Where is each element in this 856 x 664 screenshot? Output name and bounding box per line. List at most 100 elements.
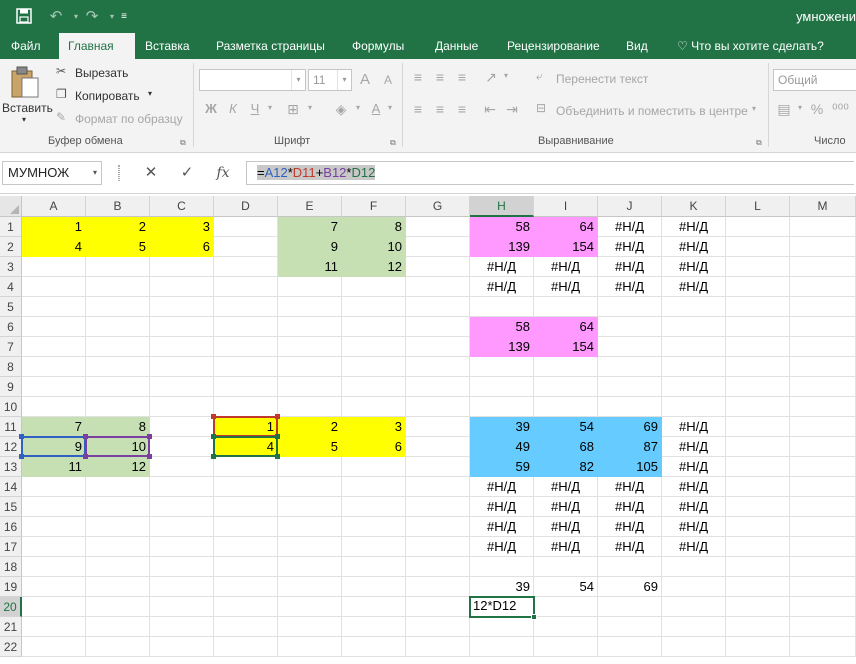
cell[interactable]: [22, 597, 86, 617]
cell[interactable]: [598, 637, 662, 657]
reference-handle[interactable]: [211, 434, 216, 439]
cell[interactable]: [406, 297, 470, 317]
wrap-text-button[interactable]: ⤶ Перенести текст: [536, 69, 656, 89]
cell-i1[interactable]: 64: [534, 217, 598, 237]
cell[interactable]: [150, 437, 214, 457]
cell[interactable]: [790, 557, 856, 577]
cell[interactable]: [790, 517, 856, 537]
cell[interactable]: [470, 617, 534, 637]
increase-indent-icon[interactable]: ⇥: [504, 101, 520, 118]
copy-button[interactable]: ❐ Копировать ▾: [56, 86, 176, 106]
cell-f11[interactable]: 3: [342, 417, 406, 437]
cell-h15[interactable]: #Н/Д: [470, 497, 534, 517]
cell-b13[interactable]: 12: [86, 457, 150, 477]
cell[interactable]: [406, 317, 470, 337]
cell[interactable]: [790, 417, 856, 437]
cell[interactable]: [662, 297, 726, 317]
column-header[interactable]: F: [342, 196, 406, 217]
cell-h3[interactable]: #Н/Д: [470, 257, 534, 277]
cell[interactable]: [86, 257, 150, 277]
cell-j19[interactable]: 69: [598, 577, 662, 597]
tab-page-layout[interactable]: Разметка страницы: [207, 33, 334, 59]
cell[interactable]: [22, 337, 86, 357]
reference-handle[interactable]: [147, 454, 152, 459]
cell-f1[interactable]: 8: [342, 217, 406, 237]
align-right-icon[interactable]: ≡: [454, 101, 470, 117]
reference-handle[interactable]: [275, 454, 280, 459]
row-header[interactable]: 6: [0, 317, 22, 337]
cell-h6[interactable]: 58: [470, 317, 534, 337]
cell[interactable]: [150, 357, 214, 377]
name-box[interactable]: МУМНОЖ ▾: [2, 161, 102, 185]
cell-k14[interactable]: #Н/Д: [662, 477, 726, 497]
cell-f12[interactable]: 6: [342, 437, 406, 457]
cell-b11[interactable]: 8: [86, 417, 150, 437]
cell[interactable]: [214, 617, 278, 637]
cell[interactable]: [150, 517, 214, 537]
cell[interactable]: [406, 417, 470, 437]
cell[interactable]: [406, 457, 470, 477]
cell[interactable]: [342, 377, 406, 397]
cell-c2[interactable]: 6: [150, 237, 214, 257]
formula-input[interactable]: =A12*D11+B12*D12: [246, 161, 854, 185]
cell[interactable]: [406, 537, 470, 557]
reference-handle[interactable]: [83, 454, 88, 459]
tab-data[interactable]: Данные: [426, 33, 487, 59]
cell[interactable]: [278, 377, 342, 397]
cell[interactable]: [406, 577, 470, 597]
cell-h16[interactable]: #Н/Д: [470, 517, 534, 537]
cell[interactable]: [534, 377, 598, 397]
tab-view[interactable]: Вид: [617, 33, 657, 59]
cell[interactable]: [726, 397, 790, 417]
cell[interactable]: [214, 577, 278, 597]
cell-a13[interactable]: 11: [22, 457, 86, 477]
cell[interactable]: [278, 537, 342, 557]
cell[interactable]: [278, 397, 342, 417]
row-header[interactable]: 15: [0, 497, 22, 517]
italic-button[interactable]: К: [226, 101, 240, 116]
row-header[interactable]: 2: [0, 237, 22, 257]
align-center-icon[interactable]: ≡: [432, 101, 448, 117]
cell-k11[interactable]: #Н/Д: [662, 417, 726, 437]
cell-i12[interactable]: 68: [534, 437, 598, 457]
cell[interactable]: [534, 597, 598, 617]
reference-handle[interactable]: [275, 434, 280, 439]
cell[interactable]: [214, 217, 278, 237]
fill-handle[interactable]: [531, 614, 537, 620]
cell[interactable]: [150, 457, 214, 477]
cell[interactable]: [22, 577, 86, 597]
cell[interactable]: [406, 617, 470, 637]
cell-i6[interactable]: 64: [534, 317, 598, 337]
cell[interactable]: [598, 377, 662, 397]
cell[interactable]: [150, 337, 214, 357]
cell[interactable]: [278, 557, 342, 577]
column-header[interactable]: A: [22, 196, 86, 217]
cell[interactable]: [470, 557, 534, 577]
cell[interactable]: [86, 337, 150, 357]
cell[interactable]: [726, 517, 790, 537]
orientation-icon[interactable]: ↗: [482, 69, 500, 86]
alignment-launcher-icon[interactable]: ⧉: [756, 138, 762, 148]
underline-button[interactable]: Ч: [248, 101, 262, 116]
cell-i14[interactable]: #Н/Д: [534, 477, 598, 497]
cell[interactable]: [406, 557, 470, 577]
cell[interactable]: [342, 357, 406, 377]
cell-j4[interactable]: #Н/Д: [598, 277, 662, 297]
cell[interactable]: [86, 617, 150, 637]
cell[interactable]: [342, 337, 406, 357]
cell[interactable]: [86, 357, 150, 377]
format-painter-button[interactable]: ✎ Формат по образцу: [56, 109, 186, 129]
cell[interactable]: [150, 377, 214, 397]
active-cell-editor[interactable]: 12*D12: [469, 596, 537, 620]
cell[interactable]: [726, 497, 790, 517]
cell[interactable]: [278, 457, 342, 477]
currency-dropdown-icon[interactable]: ▾: [796, 103, 804, 112]
font-size-combo[interactable]: 11 ▾: [308, 69, 352, 91]
cell[interactable]: [342, 497, 406, 517]
cell[interactable]: [278, 297, 342, 317]
cell[interactable]: [342, 277, 406, 297]
cell[interactable]: [278, 277, 342, 297]
cell[interactable]: [22, 557, 86, 577]
cell-j13[interactable]: 105: [598, 457, 662, 477]
cell[interactable]: [278, 357, 342, 377]
